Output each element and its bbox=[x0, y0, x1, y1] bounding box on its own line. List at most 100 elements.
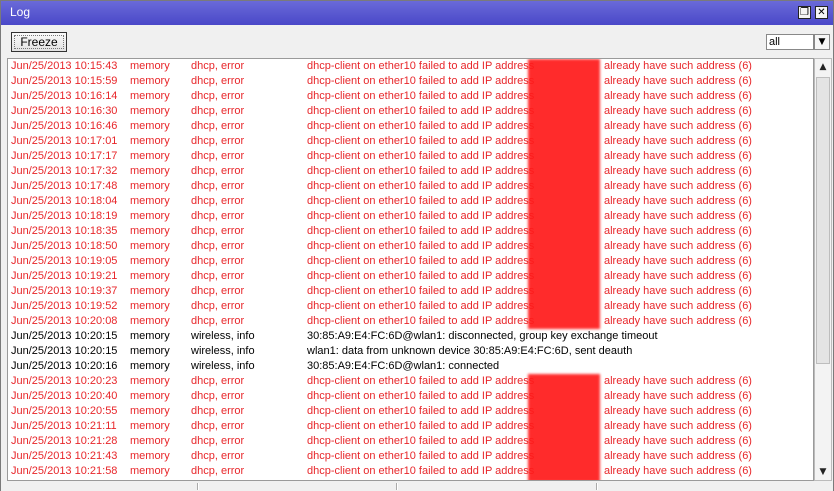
topic-filter-select[interactable]: all bbox=[766, 34, 814, 50]
log-time: Jun/25/2013 10:20:15 bbox=[11, 345, 118, 357]
log-row[interactable]: Jun/25/2013 10:19:05 memory dhcp, error dhc… bbox=[8, 254, 813, 269]
dropdown-arrow-icon[interactable]: ▼ bbox=[814, 34, 830, 50]
log-topics: dhcp, error bbox=[191, 135, 245, 147]
log-row[interactable]: Jun/25/2013 10:18:50 memory dhcp, error dhc… bbox=[8, 239, 813, 254]
log-message: dhcp-client on ether10 failed to add IP … bbox=[307, 375, 535, 387]
log-buffer: memory bbox=[130, 465, 170, 477]
log-topics: wireless, info bbox=[191, 345, 255, 357]
log-time: Jun/25/2013 10:17:32 bbox=[11, 165, 118, 177]
vertical-scrollbar[interactable]: ▲ ▼ bbox=[814, 58, 832, 481]
log-time: Jun/25/2013 10:17:01 bbox=[11, 135, 118, 147]
close-icon[interactable]: ✕ bbox=[815, 6, 828, 19]
log-topics: dhcp, error bbox=[191, 435, 245, 447]
scroll-down-icon[interactable]: ▼ bbox=[815, 464, 831, 480]
log-message: dhcp-client on ether10 failed to add IP … bbox=[307, 150, 535, 162]
log-message: dhcp-client on ether10 failed to add IP … bbox=[307, 90, 535, 102]
log-time: Jun/25/2013 10:21:43 bbox=[11, 450, 118, 462]
log-time: Jun/25/2013 10:19:21 bbox=[11, 270, 118, 282]
log-row[interactable]: Jun/25/2013 10:15:43 memory dhcp, error dhc… bbox=[8, 59, 813, 74]
log-row[interactable]: Jun/25/2013 10:19:52 memory dhcp, error dhc… bbox=[8, 299, 813, 314]
log-row[interactable]: Jun/25/2013 10:20:40 memory dhcp, error dhc… bbox=[8, 389, 813, 404]
log-message-end: already have such address (6) bbox=[604, 120, 752, 132]
status-divider bbox=[197, 483, 199, 490]
log-buffer: memory bbox=[130, 195, 170, 207]
log-buffer: memory bbox=[130, 255, 170, 267]
log-row[interactable]: Jun/25/2013 10:16:30 memory dhcp, error dhc… bbox=[8, 104, 813, 119]
log-message-end: already have such address (6) bbox=[604, 165, 752, 177]
log-time: Jun/25/2013 10:18:04 bbox=[11, 195, 118, 207]
freeze-button[interactable]: Freeze bbox=[11, 32, 67, 52]
log-message: dhcp-client on ether10 failed to add IP … bbox=[307, 405, 535, 417]
log-message-end: already have such address (6) bbox=[604, 435, 752, 447]
log-row[interactable]: Jun/25/2013 10:20:23 memory dhcp, error dhc… bbox=[8, 374, 813, 389]
log-row[interactable]: Jun/25/2013 10:16:46 memory dhcp, error dhc… bbox=[8, 119, 813, 134]
log-topics: dhcp, error bbox=[191, 375, 245, 387]
log-time: Jun/25/2013 10:19:05 bbox=[11, 255, 118, 267]
log-row[interactable]: Jun/25/2013 10:21:28 memory dhcp, error dhc… bbox=[8, 434, 813, 449]
log-message-end: already have such address (6) bbox=[604, 75, 752, 87]
log-topics: dhcp, error bbox=[191, 465, 245, 477]
log-time: Jun/25/2013 10:18:50 bbox=[11, 240, 118, 252]
log-row[interactable]: Jun/25/2013 10:17:32 memory dhcp, error dhc… bbox=[8, 164, 813, 179]
title-bar[interactable]: Log ❐ ✕ bbox=[1, 1, 833, 25]
log-time: Jun/25/2013 10:17:48 bbox=[11, 180, 118, 192]
log-time: Jun/25/2013 10:20:55 bbox=[11, 405, 118, 417]
log-message: dhcp-client on ether10 failed to add IP … bbox=[307, 135, 535, 147]
log-row[interactable]: Jun/25/2013 10:17:48 memory dhcp, error dhc… bbox=[8, 179, 813, 194]
restore-icon[interactable]: ❐ bbox=[798, 6, 811, 19]
log-message-end: already have such address (6) bbox=[604, 90, 752, 102]
scrollbar-thumb[interactable] bbox=[816, 77, 830, 364]
log-row[interactable]: Jun/25/2013 10:20:08 memory dhcp, error dhc… bbox=[8, 314, 813, 329]
log-row[interactable]: Jun/25/2013 10:21:43 memory dhcp, error dhc… bbox=[8, 449, 813, 464]
log-row[interactable]: Jun/25/2013 10:15:59 memory dhcp, error dhc… bbox=[8, 74, 813, 89]
log-row[interactable]: Jun/25/2013 10:19:37 memory dhcp, error dhc… bbox=[8, 284, 813, 299]
log-topics: dhcp, error bbox=[191, 225, 245, 237]
log-time: Jun/25/2013 10:16:30 bbox=[11, 105, 118, 117]
log-topics: dhcp, error bbox=[191, 210, 245, 222]
log-list[interactable]: Jun/25/2013 10:15:43 memory dhcp, error dhc… bbox=[7, 58, 814, 481]
log-message-end: already have such address (6) bbox=[604, 225, 752, 237]
log-buffer: memory bbox=[130, 270, 170, 282]
log-message-end: already have such address (6) bbox=[604, 195, 752, 207]
log-row[interactable]: Jun/25/2013 10:18:35 memory dhcp, error dhc… bbox=[8, 224, 813, 239]
log-time: Jun/25/2013 10:15:59 bbox=[11, 75, 118, 87]
log-row[interactable]: Jun/25/2013 10:20:15 memory wireless, info… bbox=[8, 329, 813, 344]
log-buffer: memory bbox=[130, 420, 170, 432]
log-topics: dhcp, error bbox=[191, 285, 245, 297]
log-buffer: memory bbox=[130, 165, 170, 177]
log-message-end: already have such address (6) bbox=[604, 60, 752, 72]
log-message: dhcp-client on ether10 failed to add IP … bbox=[307, 225, 535, 237]
log-message-end: already have such address (6) bbox=[604, 285, 752, 297]
log-time: Jun/25/2013 10:21:58 bbox=[11, 465, 118, 477]
log-message: dhcp-client on ether10 failed to add IP … bbox=[307, 240, 535, 252]
status-divider bbox=[396, 483, 398, 490]
log-row[interactable]: Jun/25/2013 10:16:14 memory dhcp, error dhc… bbox=[8, 89, 813, 104]
log-buffer: memory bbox=[130, 405, 170, 417]
log-message: dhcp-client on ether10 failed to add IP … bbox=[307, 120, 535, 132]
log-row[interactable]: Jun/25/2013 10:18:19 memory dhcp, error dhc… bbox=[8, 209, 813, 224]
log-row[interactable]: Jun/25/2013 10:21:11 memory dhcp, error dhc… bbox=[8, 419, 813, 434]
log-row[interactable]: Jun/25/2013 10:20:15 memory wireless, info… bbox=[8, 344, 813, 359]
log-row[interactable]: Jun/25/2013 10:17:01 memory dhcp, error dhc… bbox=[8, 134, 813, 149]
log-time: Jun/25/2013 10:21:28 bbox=[11, 435, 118, 447]
log-row[interactable]: Jun/25/2013 10:21:58 memory dhcp, error dhc… bbox=[8, 464, 813, 479]
log-row[interactable]: Jun/25/2013 10:18:04 memory dhcp, error dhc… bbox=[8, 194, 813, 209]
scroll-up-icon[interactable]: ▲ bbox=[815, 59, 831, 75]
log-row[interactable]: Jun/25/2013 10:19:21 memory dhcp, error dhc… bbox=[8, 269, 813, 284]
log-buffer: memory bbox=[130, 285, 170, 297]
log-message: dhcp-client on ether10 failed to add IP … bbox=[307, 60, 535, 72]
log-buffer: memory bbox=[130, 135, 170, 147]
log-message-end: already have such address (6) bbox=[604, 465, 752, 477]
log-row[interactable]: Jun/25/2013 10:20:55 memory dhcp, error dhc… bbox=[8, 404, 813, 419]
log-buffer: memory bbox=[130, 375, 170, 387]
log-row[interactable]: Jun/25/2013 10:20:16 memory wireless, info… bbox=[8, 359, 813, 374]
log-time: Jun/25/2013 10:20:23 bbox=[11, 375, 118, 387]
log-buffer: memory bbox=[130, 300, 170, 312]
log-topics: dhcp, error bbox=[191, 180, 245, 192]
log-time: Jun/25/2013 10:19:37 bbox=[11, 285, 118, 297]
log-buffer: memory bbox=[130, 390, 170, 402]
log-topics: wireless, info bbox=[191, 330, 255, 342]
status-bar bbox=[1, 482, 833, 491]
log-buffer: memory bbox=[130, 450, 170, 462]
log-row[interactable]: Jun/25/2013 10:17:17 memory dhcp, error dhc… bbox=[8, 149, 813, 164]
